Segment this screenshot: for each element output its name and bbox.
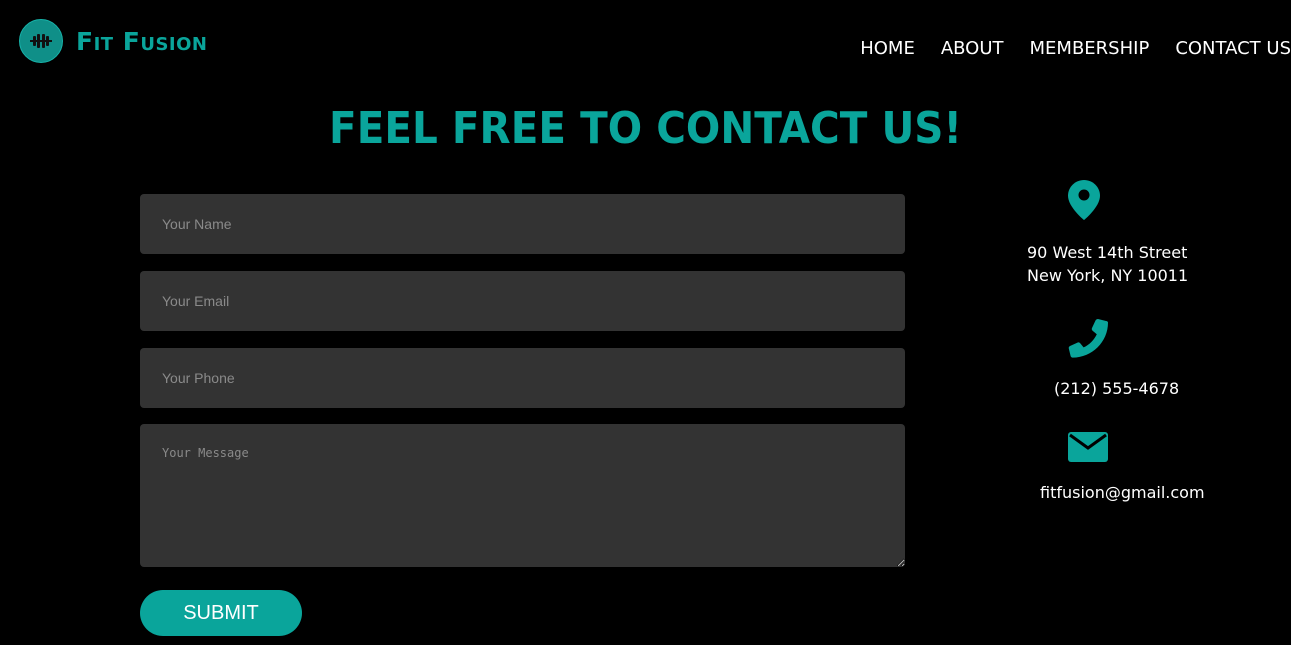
phone-number[interactable]: (212) 555-4678	[1054, 377, 1179, 400]
phone-icon	[1068, 317, 1110, 363]
message-textarea[interactable]	[140, 424, 905, 567]
phone-input[interactable]	[140, 348, 905, 408]
dumbbell-icon[interactable]	[19, 19, 63, 63]
envelope-icon	[1068, 432, 1108, 466]
nav-about[interactable]: ABOUT	[941, 36, 1004, 62]
nav-home[interactable]: HOME	[860, 36, 915, 62]
page-title: FEEL FREE TO CONTACT US!	[329, 103, 962, 154]
site-header: Fit Fusion HOME ABOUT MEMBERSHIP CONTACT…	[0, 0, 1291, 90]
email-input[interactable]	[140, 271, 905, 331]
submit-button[interactable]: SUBMIT	[140, 590, 302, 636]
address-line-2: New York, NY 10011	[1027, 266, 1189, 285]
location-pin-icon	[1068, 180, 1100, 224]
nav-membership[interactable]: MEMBERSHIP	[1030, 36, 1150, 62]
email-address[interactable]: fitfusion@gmail.com	[1040, 481, 1205, 504]
name-input[interactable]	[140, 194, 905, 254]
nav-contact-us[interactable]: CONTACT US	[1175, 36, 1291, 62]
main-nav: HOME ABOUT MEMBERSHIP CONTACT US	[860, 36, 1291, 62]
brand-name[interactable]: Fit Fusion	[76, 24, 207, 60]
address-line-1: 90 West 14th Street	[1027, 243, 1188, 262]
